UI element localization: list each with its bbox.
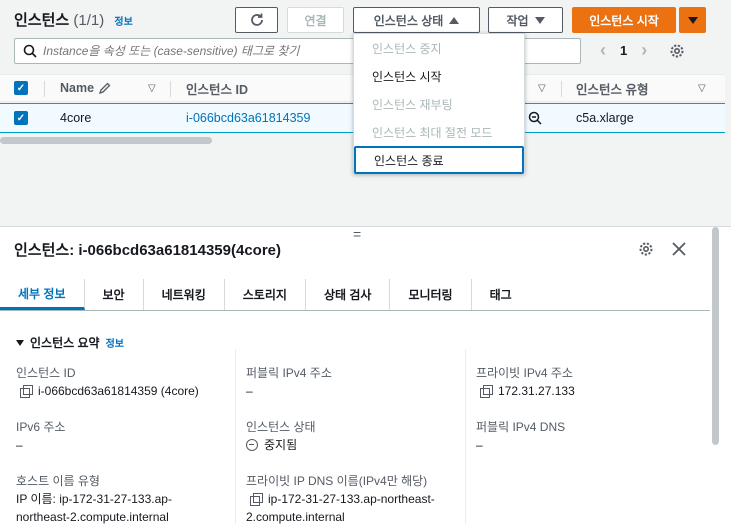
column-header-instance-type[interactable]: 인스턴스 유형: [576, 75, 648, 101]
private-dns-label: 프라이빗 IP DNS 이름(IPv4만 해당): [246, 474, 428, 488]
current-page[interactable]: 1: [620, 43, 627, 58]
tab-security[interactable]: 보안: [85, 279, 144, 310]
copy-icon[interactable]: [480, 385, 493, 398]
hostname-type-value-1: IP 이름: ip-172-31-27-133.ap-: [16, 492, 172, 506]
sort-icon[interactable]: ▽: [698, 75, 706, 101]
gear-icon[interactable]: [638, 241, 654, 257]
column-header-id-label: 인스턴스 ID: [186, 82, 248, 97]
horizontal-scrollbar[interactable]: [0, 137, 212, 144]
tab-storage[interactable]: 스토리지: [225, 279, 306, 310]
refresh-button[interactable]: [235, 7, 278, 33]
column-header-name[interactable]: Name: [60, 75, 112, 101]
public-dns-value: –: [476, 438, 483, 452]
copy-icon[interactable]: [250, 493, 263, 506]
instance-state-button[interactable]: 인스턴스 상태: [353, 7, 480, 33]
instance-state-label: 인스턴스 상태: [373, 13, 444, 28]
next-page-icon[interactable]: ›: [641, 40, 647, 61]
instance-state-text: 중지됨: [264, 438, 298, 452]
menu-item-reboot[interactable]: 인스턴스 재부팅: [354, 90, 524, 118]
connect-button[interactable]: 연결: [287, 7, 344, 33]
search-icon: [23, 44, 37, 58]
zoom-out-icon[interactable]: [528, 104, 542, 132]
launch-dropdown-button[interactable]: [679, 7, 706, 33]
column-header-instance-id[interactable]: 인스턴스 ID: [186, 75, 248, 101]
details-title: 인스턴스: i-066bcd63a61814359(4core): [14, 242, 282, 259]
gear-icon[interactable]: [669, 43, 685, 59]
ec2-console: 인스턴스 (1/1) 정보 연결 인스턴스 상태 작업 인스턴스 시작 Inst…: [0, 0, 731, 524]
instance-count: (1/1): [73, 12, 105, 29]
caret-up-icon: [449, 16, 460, 24]
close-icon[interactable]: [672, 242, 686, 256]
public-dns-label: 퍼블릭 IPv4 DNS: [476, 420, 566, 434]
row-name: 4core: [60, 111, 92, 125]
edit-icon[interactable]: [98, 81, 112, 95]
menu-item-start[interactable]: 인스턴스 시작: [354, 62, 524, 90]
menu-item-stop[interactable]: 인스턴스 중지: [354, 34, 524, 62]
private-ipv4-text: 172.31.27.133: [498, 384, 575, 398]
section-title-text: 인스턴스 요약: [30, 336, 100, 350]
public-ipv4-label: 퍼블릭 IPv4 주소: [246, 366, 332, 380]
instance-id-value: i-066bcd63a61814359 (4core): [20, 383, 199, 399]
instance-id-label: 인스턴스 ID: [16, 366, 76, 380]
tab-networking[interactable]: 네트워킹: [144, 279, 225, 310]
row-checkbox[interactable]: ✓: [14, 104, 28, 132]
hostname-type-value-2: northeast-2.compute.internal: [16, 510, 169, 524]
vertical-scrollbar[interactable]: [712, 227, 719, 445]
instance-state-menu: 인스턴스 중지 인스턴스 시작 인스턴스 재부팅 인스턴스 최대 절전 모드 인…: [353, 33, 525, 174]
panel-resize-handle[interactable]: =: [353, 226, 361, 242]
section-instance-summary[interactable]: 인스턴스 요약 정보: [16, 334, 124, 351]
instance-id-text: i-066bcd63a61814359 (4core): [38, 384, 199, 398]
refresh-icon: [250, 13, 263, 26]
instance-state-label: 인스턴스 상태: [246, 420, 316, 434]
section-info-link[interactable]: 정보: [106, 335, 124, 350]
caret-down-icon: [534, 16, 545, 24]
hostname-type-label: 호스트 이름 유형: [16, 474, 100, 488]
pagination: ‹ 1 ›: [600, 40, 685, 61]
menu-item-hibernate[interactable]: 인스턴스 최대 절전 모드: [354, 118, 524, 146]
tab-details[interactable]: 세부 정보: [0, 279, 85, 310]
sort-icon[interactable]: ▽: [538, 75, 546, 101]
actions-label: 작업: [506, 13, 529, 28]
private-dns-text-1: ip-172-31-27-133.ap-northeast-: [268, 492, 435, 506]
row-instance-id-link[interactable]: i-066bcd63a61814359: [186, 104, 310, 132]
instance-state-value: 중지됨: [246, 437, 297, 453]
info-link[interactable]: 정보: [114, 17, 132, 28]
connect-label: 연결: [304, 13, 327, 28]
actions-button[interactable]: 작업: [488, 7, 563, 33]
caret-down-icon: [687, 16, 698, 24]
private-ipv4-label: 프라이빗 IPv4 주소: [476, 366, 573, 380]
menu-item-terminate[interactable]: 인스턴스 종료: [354, 146, 524, 174]
sort-icon[interactable]: ▽: [148, 75, 156, 101]
copy-icon[interactable]: [20, 385, 33, 398]
page-title: 인스턴스 (1/1) 정보: [14, 9, 133, 30]
row-instance-type: c5a.xlarge: [576, 111, 634, 125]
prev-page-icon[interactable]: ‹: [600, 40, 606, 61]
private-dns-value-2: 2.compute.internal: [246, 510, 345, 524]
launch-instance-button[interactable]: 인스턴스 시작: [572, 7, 676, 33]
instance-details-panel: 인스턴스: i-066bcd63a61814359(4core) 세부 정보 보…: [0, 226, 731, 524]
private-dns-value-1: ip-172-31-27-133.ap-northeast-: [250, 491, 435, 507]
private-ipv4-value: 172.31.27.133: [480, 383, 575, 399]
ipv6-value: –: [16, 438, 23, 452]
ipv6-label: IPv6 주소: [16, 420, 66, 434]
launch-label: 인스턴스 시작: [589, 13, 659, 28]
tab-monitoring[interactable]: 모니터링: [390, 279, 472, 310]
column-header-type-label: 인스턴스 유형: [576, 82, 649, 97]
stopped-icon: [246, 439, 258, 451]
tab-status-checks[interactable]: 상태 검사: [306, 279, 391, 310]
page-title-text: 인스턴스: [14, 12, 70, 29]
instances-list-panel: 인스턴스 (1/1) 정보 연결 인스턴스 상태 작업 인스턴스 시작 Inst…: [0, 0, 731, 226]
column-header-name-label: Name: [60, 81, 95, 95]
collapse-caret-icon: [16, 339, 24, 346]
details-tabs: 세부 정보 보안 네트워킹 스토리지 상태 검사 모니터링 태그: [0, 279, 710, 311]
public-ipv4-value: –: [246, 384, 253, 398]
tab-tags[interactable]: 태그: [472, 279, 530, 310]
select-all-checkbox[interactable]: ✓: [14, 75, 28, 101]
